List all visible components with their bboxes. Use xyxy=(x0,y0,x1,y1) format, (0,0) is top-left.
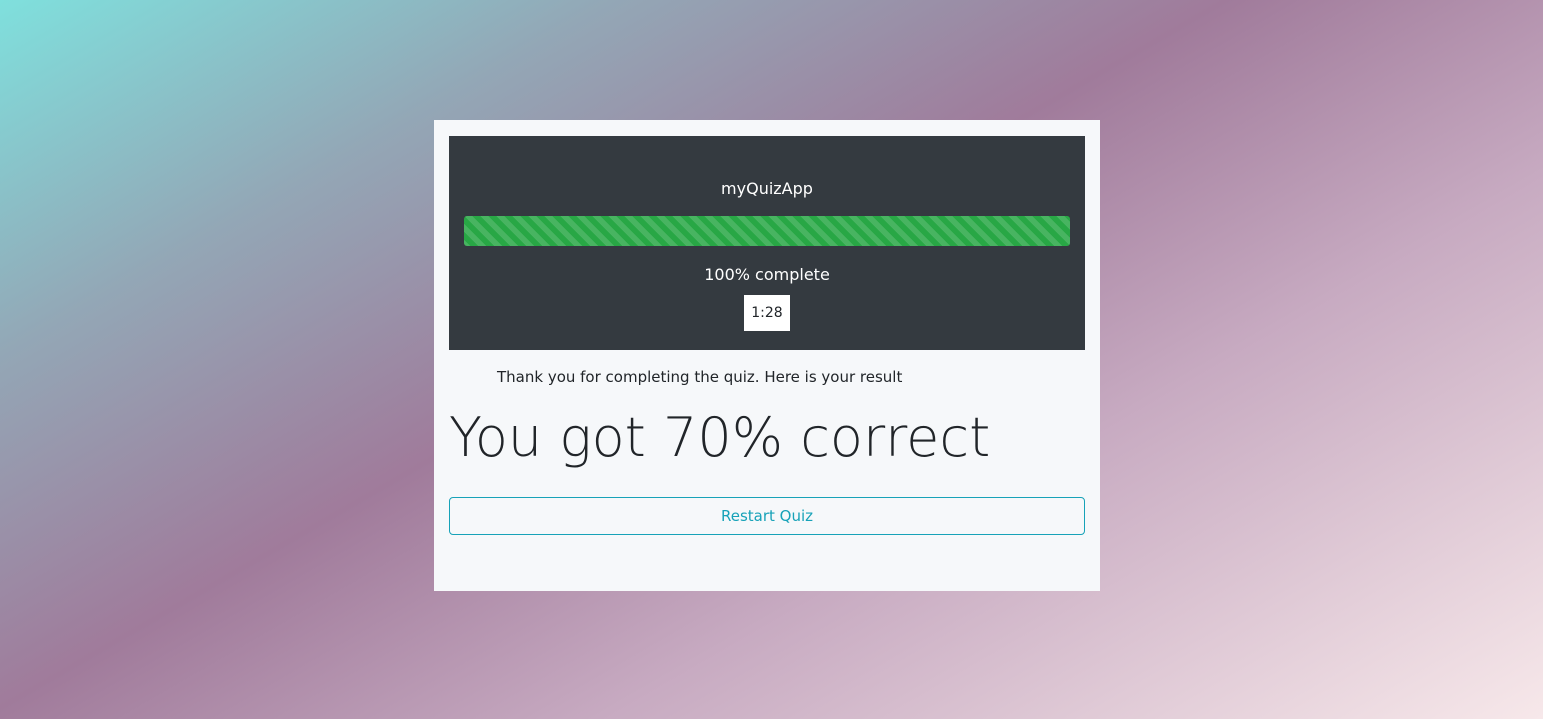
progress-bar xyxy=(464,216,1070,246)
quiz-card: myQuizApp 100% complete 1:28 Thank you f… xyxy=(434,120,1100,591)
progress-label: 100% complete xyxy=(704,265,830,284)
timer-badge: 1:28 xyxy=(744,295,790,331)
progress-bar-fill xyxy=(464,216,1070,246)
restart-quiz-button[interactable]: Restart Quiz xyxy=(449,497,1085,535)
score-heading: You got 70% correct xyxy=(449,406,991,469)
thank-you-message: Thank you for completing the quiz. Here … xyxy=(497,368,903,386)
quiz-header: myQuizApp 100% complete 1:28 xyxy=(449,136,1085,350)
app-title: myQuizApp xyxy=(721,179,813,198)
